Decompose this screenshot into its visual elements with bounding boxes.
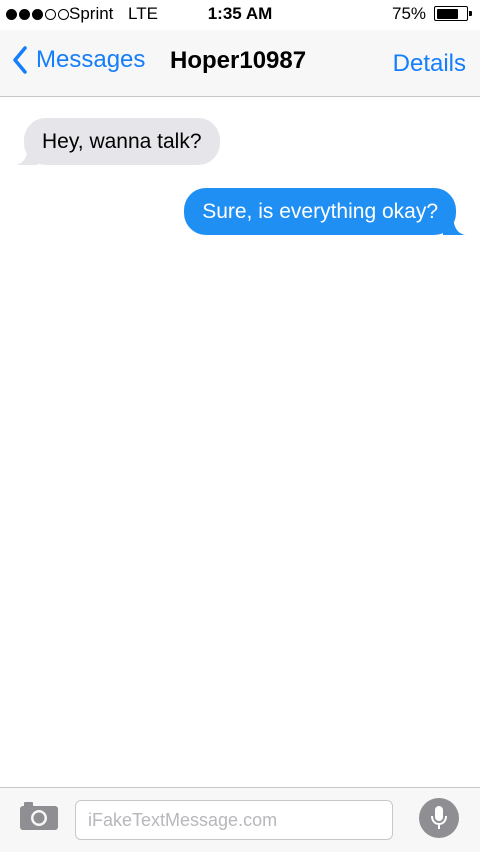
details-button[interactable]: Details [393,50,466,78]
outgoing-message-bubble[interactable]: Sure, is everything okay? [184,188,465,235]
microphone-button[interactable] [419,798,459,838]
compose-bar: iFakeTextMessage.com [0,787,480,852]
battery-level [436,8,459,19]
incoming-message-bubble[interactable]: Hey, wanna talk? [16,118,220,165]
message-text: Sure, is everything okay? [202,200,438,223]
battery-icon [434,6,472,21]
conversation-title: Hoper10987 [170,47,307,74]
microphone-icon [431,806,447,829]
battery-percent: 75% [392,4,427,23]
message-input[interactable]: iFakeTextMessage.com [75,800,393,840]
nav-bar: Messages Hoper10987 Details [0,30,480,97]
back-button-label: Messages [36,46,146,73]
camera-icon [20,802,58,830]
camera-button[interactable] [19,801,59,836]
chevron-left-icon [13,46,27,74]
status-bar: Sprint LTE 1:35 AM 75% [0,0,480,30]
message-text: Hey, wanna talk? [42,130,202,153]
bubble-tail [16,143,38,165]
back-button[interactable]: Messages [12,46,145,74]
bubble-tail [443,213,465,235]
message-thread: Hey, wanna talk? Sure, is everything oka… [0,97,480,787]
